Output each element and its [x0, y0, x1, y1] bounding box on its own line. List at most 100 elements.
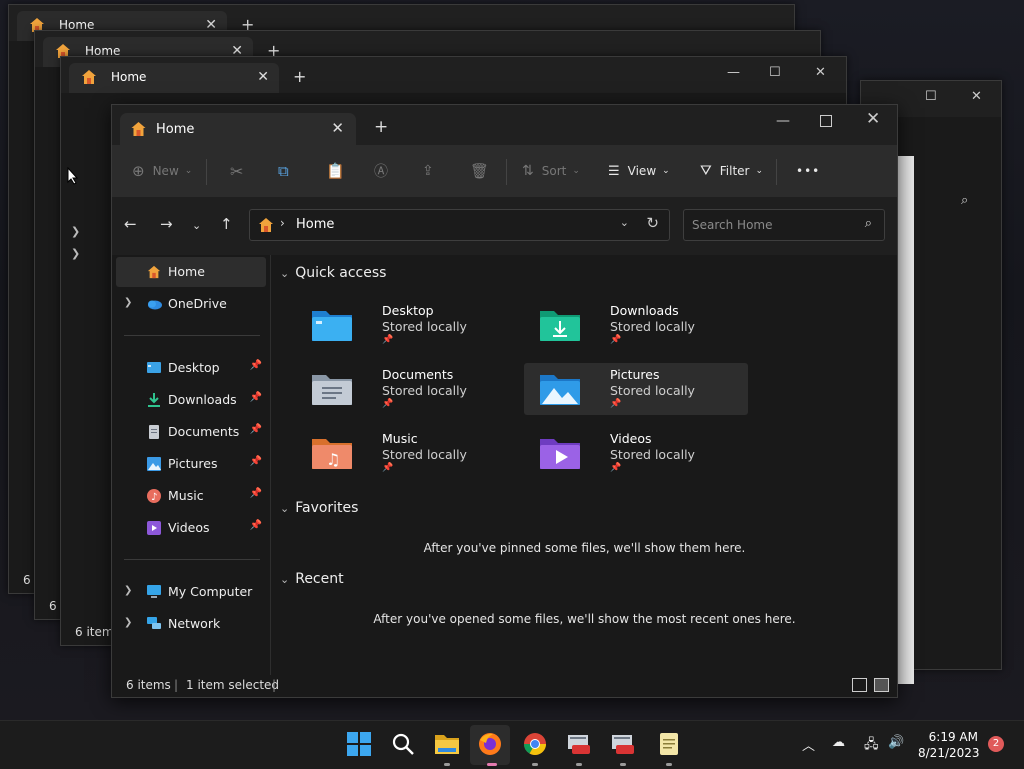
firefox-icon[interactable] — [477, 731, 503, 757]
sidebar-item-network[interactable]: ❯ Network — [116, 609, 266, 639]
search-icon[interactable]: ⌕ — [865, 216, 872, 231]
sidebar-item-home[interactable]: Home — [116, 257, 266, 287]
maximize-icon[interactable]: ☐ — [925, 89, 937, 104]
pin-icon[interactable]: 📌 — [250, 456, 262, 467]
filter-button[interactable]: ⛛ Filter ⌄ — [700, 145, 763, 197]
sidebar-item-videos[interactable]: Videos 📌 — [116, 513, 266, 543]
chevron-down-icon: ⌄ — [280, 502, 290, 515]
chevron-right-icon[interactable]: ❯ — [71, 247, 80, 260]
copy-button[interactable]: ⧉ — [278, 145, 289, 197]
sidebar-item-desktop[interactable]: Desktop 📌 — [116, 353, 266, 383]
home-icon — [131, 122, 146, 136]
chevron-right-icon[interactable]: ❯ — [71, 225, 80, 238]
minimize-button[interactable]: — — [776, 113, 790, 129]
pin-icon[interactable]: 📌 — [250, 520, 262, 531]
notepad-icon[interactable] — [656, 731, 682, 757]
new-tab-icon[interactable]: + — [293, 67, 306, 86]
new-tab-button[interactable]: + — [374, 117, 388, 137]
scissors-icon: ✂ — [230, 161, 244, 181]
sidebar-item-downloads[interactable]: Downloads 📌 — [116, 385, 266, 415]
sidebar-item-pictures[interactable]: Pictures 📌 — [116, 449, 266, 479]
chevron-right-icon[interactable]: ❯ — [124, 585, 132, 596]
favorites-header[interactable]: ⌄ Favorites — [280, 500, 358, 516]
close-window-icon[interactable]: ✕ — [815, 65, 826, 80]
chevron-right-icon[interactable]: ❯ — [124, 297, 132, 308]
details-view-icon[interactable] — [852, 678, 867, 692]
address-bar[interactable]: › Home ⌄ ↻ — [249, 209, 670, 241]
breadcrumb-home[interactable]: Home — [296, 217, 334, 232]
tiles-view-icon[interactable] — [874, 678, 889, 692]
recent-header[interactable]: ⌄ Recent — [280, 571, 344, 587]
maximize-icon[interactable]: ☐ — [769, 65, 781, 80]
close-icon[interactable]: ✕ — [257, 69, 269, 85]
onedrive-offline-icon[interactable]: ☁ — [832, 735, 845, 750]
search-icon[interactable] — [390, 731, 416, 757]
network-icon[interactable]: 🖧 — [864, 735, 879, 757]
pin-icon[interactable]: 📌 — [250, 360, 262, 371]
windows-start-icon[interactable] — [346, 731, 372, 757]
new-button[interactable]: ⊕ New ⌄ — [132, 145, 192, 197]
quick-access-item-documents[interactable]: Documents Stored locally 📌 — [296, 363, 520, 415]
refresh-icon[interactable]: ↻ — [646, 214, 659, 232]
sidebar-item-my-computer[interactable]: ❯ My Computer — [116, 577, 266, 607]
pin-icon[interactable]: 📌 — [250, 424, 262, 435]
notification-badge[interactable]: 2 — [988, 736, 1004, 752]
svg-text:♫: ♫ — [326, 450, 340, 469]
quick-access-item-desktop[interactable]: Desktop Stored locally 📌 — [296, 299, 520, 351]
background-tab-title: Home — [111, 70, 147, 84]
minimize-icon[interactable]: — — [727, 65, 740, 80]
quick-access-item-downloads[interactable]: Downloads Stored locally 📌 — [524, 299, 748, 351]
music-icon: ♪ — [147, 489, 161, 503]
item-status: Stored locally — [382, 383, 467, 398]
maximize-button[interactable] — [820, 115, 832, 127]
show-hidden-icons-chevron-icon[interactable]: ︿ — [802, 735, 815, 754]
pin-icon[interactable]: 📌 — [250, 392, 262, 403]
sort-button[interactable]: ⇅ Sort ⌄ — [522, 145, 580, 197]
status-divider: | — [174, 678, 179, 692]
forward-arrow-icon[interactable]: → — [160, 215, 173, 233]
back-arrow-icon[interactable]: ← — [124, 215, 137, 233]
view-button[interactable]: ☰ View ⌄ — [608, 145, 670, 197]
home-icon — [147, 265, 161, 279]
desktop-folder-icon — [312, 311, 352, 341]
sidebar-item-music[interactable]: ♪ Music 📌 — [116, 481, 266, 511]
paste-button[interactable]: 📋 — [326, 145, 345, 197]
search-icon[interactable]: ⌕ — [961, 193, 968, 208]
chevron-down-icon: ⌄ — [280, 267, 290, 280]
app-icon-toolbox[interactable] — [566, 731, 592, 757]
address-dropdown-icon[interactable]: ⌄ — [620, 216, 629, 229]
filter-label: Filter — [719, 164, 750, 178]
quick-access-item-videos[interactable]: Videos Stored locally 📌 — [524, 427, 748, 479]
quick-access-header[interactable]: ⌄ Quick access — [280, 265, 386, 281]
volume-icon[interactable]: 🔊 — [888, 735, 904, 750]
clock[interactable]: 6:19 AM 8/21/2023 — [918, 729, 980, 761]
recent-locations-chevron-icon[interactable]: ⌄ — [192, 219, 201, 232]
quick-access-item-pictures[interactable]: Pictures Stored locally 📌 — [524, 363, 748, 415]
file-explorer-window[interactable]: Home ✕ + — ✕ ⊕ New ⌄ ✂ ⧉ 📋 Ⓐ ⇪ 🗑 ⇅ Sort … — [111, 104, 898, 698]
close-tab-icon[interactable]: ✕ — [331, 119, 344, 137]
pin-icon[interactable]: 📌 — [250, 488, 262, 499]
cut-button[interactable]: ✂ — [230, 145, 243, 197]
sidebar-item-onedrive[interactable]: ❯ OneDrive — [116, 289, 266, 319]
file-explorer-icon[interactable] — [434, 731, 460, 757]
background-tab[interactable]: Home ✕ — [69, 63, 279, 93]
chrome-icon[interactable] — [522, 731, 548, 757]
chevron-right-icon[interactable]: ❯ — [124, 617, 132, 628]
share-button[interactable]: ⇪ — [422, 145, 434, 197]
quick-access-item-music[interactable]: ♫ Music Stored locally 📌 — [296, 427, 520, 479]
delete-button[interactable]: 🗑 — [470, 145, 489, 197]
up-arrow-icon[interactable]: ↑ — [220, 215, 233, 233]
app-icon-toolbox-2[interactable] — [610, 731, 636, 757]
status-bar: 6 items | 1 item selected | — [112, 675, 897, 697]
favorites-empty-message: After you've pinned some files, we'll sh… — [423, 541, 746, 555]
rename-button[interactable]: Ⓐ — [374, 145, 388, 197]
more-options-button[interactable]: ••• — [796, 145, 820, 197]
tab-home[interactable]: Home ✕ — [120, 113, 356, 145]
pin-icon: 📌 — [610, 463, 622, 473]
sidebar-item-documents[interactable]: Documents 📌 — [116, 417, 266, 447]
close-window-button[interactable]: ✕ — [866, 109, 880, 129]
close-window-icon[interactable]: ✕ — [971, 89, 982, 104]
toolbar-divider — [506, 159, 507, 185]
search-input[interactable] — [684, 210, 854, 240]
search-box[interactable]: ⌕ — [683, 209, 885, 241]
